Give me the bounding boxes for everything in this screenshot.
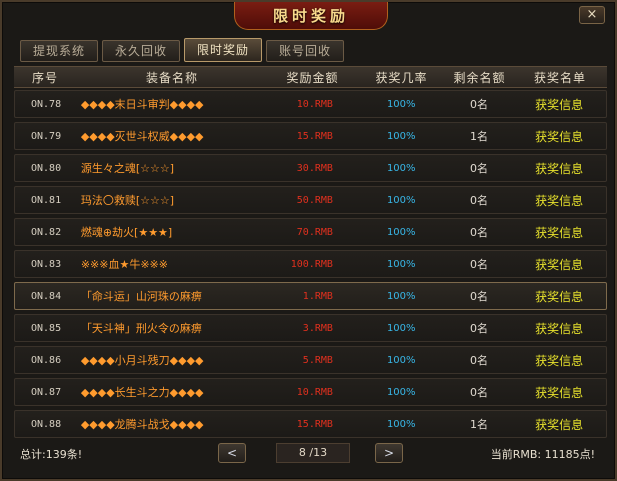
row-item-name: 玛法〇救赎[☆☆☆]	[80, 194, 174, 207]
row-reward: 15.RMB	[296, 418, 333, 430]
table-row: ON.85 「天斗神」刑火令の麻痹 3.RMB 100% 0名 获奖信息	[14, 314, 607, 342]
row-rate: 100%	[386, 258, 416, 270]
winners-info-link[interactable]: 获奖信息	[512, 288, 606, 305]
prev-page-button[interactable]: <	[218, 443, 246, 463]
row-serial: ON.82	[31, 226, 62, 238]
tab-bar: 提现系统 永久回收 限时奖励 账号回收	[20, 38, 345, 64]
row-serial: ON.79	[31, 130, 62, 142]
row-reward: 10.RMB	[296, 98, 333, 110]
row-remaining: 0名	[469, 226, 488, 239]
winners-info-link[interactable]: 获奖信息	[512, 256, 606, 273]
header-rate: 获奖几率	[375, 70, 428, 85]
row-serial: ON.87	[31, 386, 62, 398]
row-serial: ON.78	[31, 98, 62, 110]
winners-info-link[interactable]: 获奖信息	[512, 416, 606, 433]
table-row: ON.81 玛法〇救赎[☆☆☆] 50.RMB 100% 0名 获奖信息	[14, 186, 607, 214]
row-serial: ON.84	[31, 290, 62, 302]
tab-limited-reward[interactable]: 限时奖励	[184, 38, 263, 62]
row-rate: 100%	[386, 354, 416, 366]
total-count: 总计:139条!	[20, 448, 83, 461]
row-reward: 30.RMB	[296, 162, 333, 174]
table-row: ON.80 源生々之魂[☆☆☆] 30.RMB 100% 0名 获奖信息	[14, 154, 607, 182]
row-remaining: 0名	[469, 290, 488, 303]
row-item-name: 燃魂⊕劫火[★★★]	[80, 226, 173, 239]
row-rate: 100%	[386, 226, 416, 238]
header-remaining: 剩余名额	[453, 70, 506, 85]
table-row: ON.84 「命斗运」山河珠の麻痹 1.RMB 100% 0名 获奖信息	[14, 282, 607, 310]
row-rate: 100%	[386, 322, 416, 334]
winners-info-link[interactable]: 获奖信息	[512, 352, 606, 369]
row-item-name: ※※※血★牛※※※	[80, 258, 168, 271]
tab-account-recycle[interactable]: 账号回收	[266, 40, 345, 62]
row-remaining: 1名	[469, 418, 488, 431]
row-reward: 70.RMB	[296, 226, 333, 238]
table-row: ON.78 ◆◆◆◆末日斗审判◆◆◆◆ 10.RMB 100% 0名 获奖信息	[14, 90, 607, 118]
header-reward: 奖励金额	[286, 70, 339, 85]
row-reward: 100.RMB	[290, 258, 333, 270]
table-row: ON.86 ◆◆◆◆小月斗残刀◆◆◆◆ 5.RMB 100% 0名 获奖信息	[14, 346, 607, 374]
row-serial: ON.81	[31, 194, 62, 206]
row-remaining: 0名	[469, 258, 488, 271]
row-serial: ON.86	[31, 354, 62, 366]
row-reward: 10.RMB	[296, 386, 333, 398]
winners-info-link[interactable]: 获奖信息	[512, 96, 606, 113]
row-rate: 100%	[386, 130, 416, 142]
close-button[interactable]: ×	[579, 6, 605, 24]
table-row: ON.88 ◆◆◆◆龙腾斗战戈◆◆◆◆ 15.RMB 100% 1名 获奖信息	[14, 410, 607, 438]
row-remaining: 1名	[469, 130, 488, 143]
reward-window: 限时奖励 × 提现系统 永久回收 限时奖励 账号回收 序号 装备名称 奖励金额 …	[0, 0, 617, 481]
row-serial: ON.88	[31, 418, 62, 430]
row-item-name: ◆◆◆◆末日斗审判◆◆◆◆	[80, 98, 204, 111]
table-header: 序号 装备名称 奖励金额 获奖几率 剩余名额 获奖名单	[14, 66, 607, 88]
row-serial: ON.83	[31, 258, 62, 270]
row-remaining: 0名	[469, 194, 488, 207]
row-item-name: ◆◆◆◆长生斗之力◆◆◆◆	[80, 386, 204, 399]
row-item-name: 「天斗神」刑火令の麻痹	[80, 322, 202, 335]
winners-info-link[interactable]: 获奖信息	[512, 160, 606, 177]
table-row: ON.87 ◆◆◆◆长生斗之力◆◆◆◆ 10.RMB 100% 0名 获奖信息	[14, 378, 607, 406]
row-serial: ON.80	[31, 162, 62, 174]
row-remaining: 0名	[469, 354, 488, 367]
row-rate: 100%	[386, 162, 416, 174]
row-item-name: 源生々之魂[☆☆☆]	[80, 162, 174, 175]
winners-info-link[interactable]: 获奖信息	[512, 224, 606, 241]
row-rate: 100%	[386, 98, 416, 110]
rmb-balance: 当前RMB: 11185点!	[490, 448, 595, 461]
header-winners: 获奖名单	[533, 70, 586, 85]
header-item-name: 装备名称	[145, 70, 198, 85]
next-page-button[interactable]: >	[375, 443, 403, 463]
row-remaining: 0名	[469, 162, 488, 175]
row-item-name: 「命斗运」山河珠の麻痹	[80, 290, 202, 303]
row-reward: 5.RMB	[302, 354, 333, 366]
page-indicator: 8 /13	[276, 443, 350, 463]
row-reward: 3.RMB	[302, 322, 333, 334]
table-row: ON.83 ※※※血★牛※※※ 100.RMB 100% 0名 获奖信息	[14, 250, 607, 278]
row-item-name: ◆◆◆◆龙腾斗战戈◆◆◆◆	[80, 418, 204, 431]
tab-permanent-recycle[interactable]: 永久回收	[102, 40, 181, 62]
window-title: 限时奖励	[234, 2, 388, 30]
table-row: ON.79 ◆◆◆◆灭世斗权威◆◆◆◆ 15.RMB 100% 1名 获奖信息	[14, 122, 607, 150]
winners-info-link[interactable]: 获奖信息	[512, 384, 606, 401]
row-rate: 100%	[386, 418, 416, 430]
row-rate: 100%	[386, 386, 416, 398]
footer-bar: 总计:139条! < 8 /13 > 当前RMB: 11185点!	[14, 442, 607, 466]
row-reward: 15.RMB	[296, 130, 333, 142]
winners-info-link[interactable]: 获奖信息	[512, 192, 606, 209]
row-item-name: ◆◆◆◆灭世斗权威◆◆◆◆	[80, 130, 204, 143]
row-reward: 1.RMB	[302, 290, 333, 302]
row-reward: 50.RMB	[296, 194, 333, 206]
row-remaining: 0名	[469, 98, 488, 111]
winners-info-link[interactable]: 获奖信息	[512, 128, 606, 145]
row-remaining: 0名	[469, 322, 488, 335]
row-item-name: ◆◆◆◆小月斗残刀◆◆◆◆	[80, 354, 204, 367]
row-serial: ON.85	[31, 322, 62, 334]
tab-withdraw-system[interactable]: 提现系统	[20, 40, 99, 62]
winners-info-link[interactable]: 获奖信息	[512, 320, 606, 337]
table-row: ON.82 燃魂⊕劫火[★★★] 70.RMB 100% 0名 获奖信息	[14, 218, 607, 246]
row-rate: 100%	[386, 290, 416, 302]
row-rate: 100%	[386, 194, 416, 206]
header-serial: 序号	[31, 70, 58, 85]
row-remaining: 0名	[469, 386, 488, 399]
table-body: ON.78 ◆◆◆◆末日斗审判◆◆◆◆ 10.RMB 100% 0名 获奖信息 …	[14, 90, 607, 442]
